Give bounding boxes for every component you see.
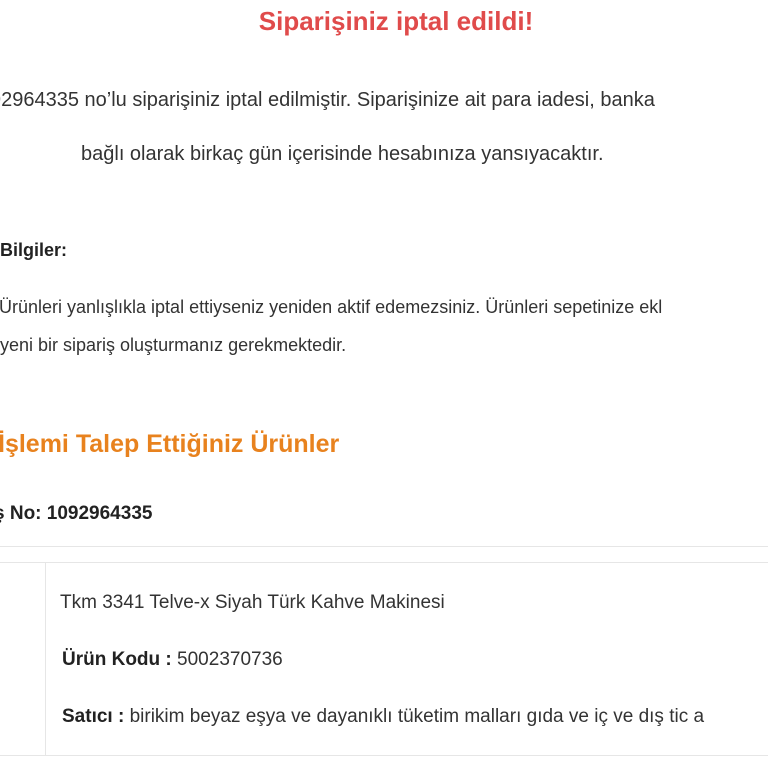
product-image-column xyxy=(0,563,46,755)
products-heading: İşlemi Talep Ettiğiniz Ürünler xyxy=(0,430,340,458)
info-text-line-2: yeni bir sipariş oluşturmanız gerekmekte… xyxy=(0,335,347,355)
product-seller-value: birikim beyaz eşya ve dayanıklı tüketim … xyxy=(129,706,705,727)
divider xyxy=(0,546,768,547)
info-text-line-1: Ürünleri yanlışlıkla iptal ettiyseniz ye… xyxy=(0,297,663,317)
product-image-icon xyxy=(0,649,3,675)
cancel-message-line-1: 92964335 no’lu siparişiniz iptal edilmiş… xyxy=(0,89,655,111)
product-code-row: Ürün Kodu : 5002370736 xyxy=(62,649,283,671)
product-code-value: 5002370736 xyxy=(177,649,283,670)
product-name[interactable]: Tkm 3341 Telve-x Siyah Türk Kahve Makine… xyxy=(60,592,445,614)
cancel-message-line-2: bağlı olarak birkaç gün içerisinde hesab… xyxy=(81,143,604,165)
info-heading: li Bilgiler: xyxy=(0,240,68,260)
order-cancel-page: Siparişiniz iptal edildi! 92964335 no’lu… xyxy=(0,0,768,768)
product-seller-label: Satıcı : xyxy=(62,706,125,727)
order-number: ş No: 1092964335 xyxy=(0,503,153,524)
page-title: Siparişiniz iptal edildi! xyxy=(258,6,534,36)
product-seller-row: Satıcı : birikim beyaz eşya ve dayanıklı… xyxy=(62,706,704,728)
product-code-label: Ürün Kodu : xyxy=(62,649,172,670)
